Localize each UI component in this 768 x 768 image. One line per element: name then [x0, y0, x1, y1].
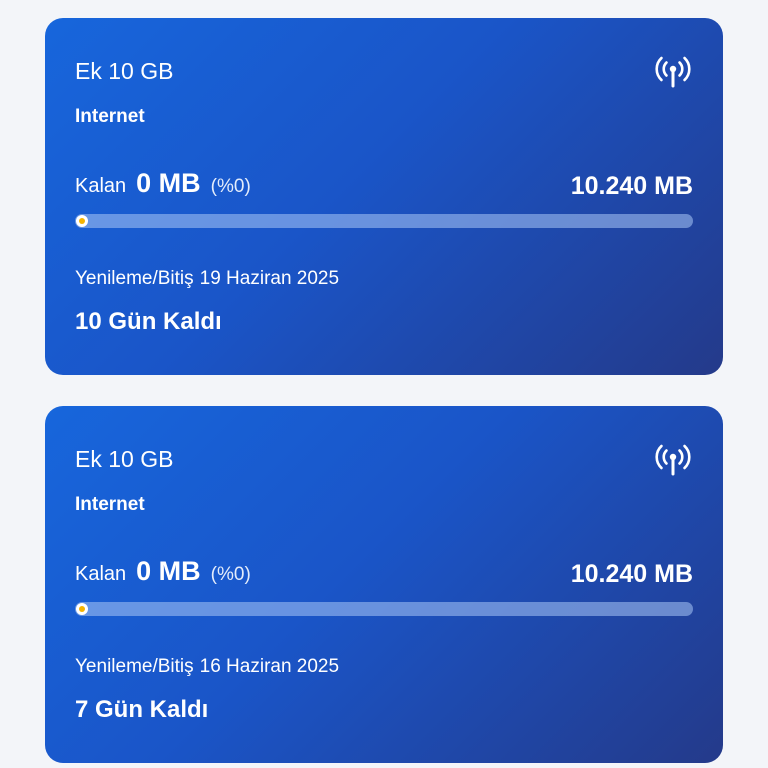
days-left: 10 Gün Kaldı: [75, 308, 222, 335]
remaining-row: Kalan 0 MB (%0): [75, 556, 251, 587]
package-card[interactable]: Ek 10 GB Internet Kalan 0 MB (%0) 10.240…: [45, 406, 723, 763]
remaining-label: Kalan: [75, 563, 127, 585]
renewal-date: 16 Haziran 2025: [199, 656, 340, 677]
usage-progress-bar: [75, 214, 693, 228]
remaining-value: 0 MB: [136, 168, 201, 198]
package-name: Ek 10 GB: [75, 58, 174, 84]
signal-tower-icon: [655, 56, 691, 88]
remaining-percent: (%0): [210, 564, 251, 585]
signal-tower-icon: [655, 444, 691, 476]
package-name: Ek 10 GB: [75, 446, 174, 472]
package-type: Internet: [75, 106, 145, 127]
remaining-percent: (%0): [210, 176, 251, 197]
renewal-row: Yenileme/Bitiş 19 Haziran 2025: [75, 268, 339, 290]
renewal-row: Yenileme/Bitiş 16 Haziran 2025: [75, 656, 339, 678]
remaining-label: Kalan: [75, 175, 127, 197]
remaining-row: Kalan 0 MB (%0): [75, 168, 251, 199]
usage-progress-knob: [76, 603, 88, 615]
total-quota: 10.240 MB: [570, 172, 693, 200]
usage-progress-knob: [76, 215, 88, 227]
package-type: Internet: [75, 494, 145, 515]
renewal-label: Yenileme/Bitiş: [75, 268, 194, 289]
package-card[interactable]: Ek 10 GB Internet Kalan 0 MB (%0) 10.240…: [45, 18, 723, 375]
renewal-label: Yenileme/Bitiş: [75, 656, 194, 677]
days-left: 7 Gün Kaldı: [75, 696, 209, 723]
remaining-value: 0 MB: [136, 556, 201, 586]
renewal-date: 19 Haziran 2025: [199, 268, 340, 289]
usage-progress-bar: [75, 602, 693, 616]
total-quota: 10.240 MB: [570, 560, 693, 588]
